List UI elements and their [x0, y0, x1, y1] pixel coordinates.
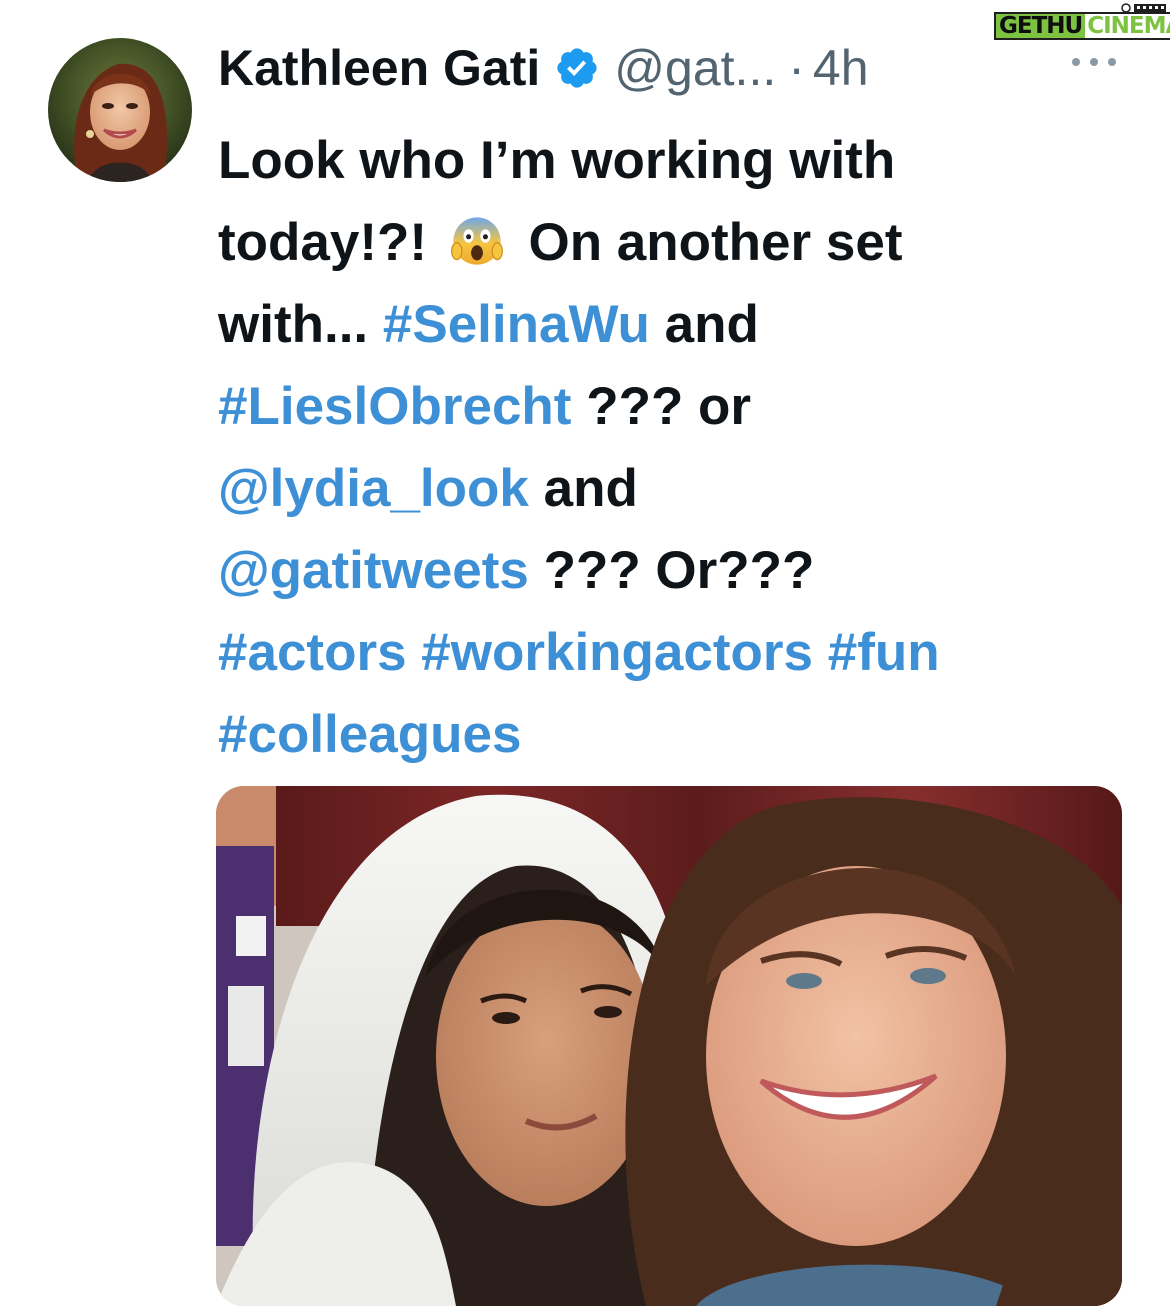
hashtag-link[interactable]: #LieslObrecht — [218, 377, 571, 436]
selfie-image — [216, 786, 1122, 1306]
author-avatar[interactable] — [48, 38, 192, 182]
tweet-line: #LieslObrecht ??? or — [218, 366, 1138, 448]
watermark-text-1: GETHU — [996, 13, 1086, 39]
tweet-text-segment: Look who I’m working with — [218, 131, 896, 190]
tweet-text-segment: ??? or — [571, 377, 752, 436]
avatar-photo — [48, 38, 192, 182]
tweet-text-segment: today!?! — [218, 213, 442, 272]
tweet-timestamp[interactable]: 4h — [813, 36, 869, 100]
tweet-text-segment: and — [528, 459, 638, 518]
tweet-line: Look who I’m working with — [218, 120, 1138, 202]
verified-badge-icon — [557, 48, 597, 88]
watermark-text-2: CINEMA — [1085, 13, 1170, 39]
mention-link[interactable]: @lydia_look — [218, 459, 529, 518]
tweet-line: @lydia_look and — [218, 448, 1138, 530]
separator-dot: · — [788, 40, 805, 96]
face-screaming-in-fear-emoji — [450, 217, 503, 265]
tweet-header: Kathleen Gati @gat... · 4h — [218, 36, 1118, 100]
tweet-text-segment: ??? Or??? — [528, 541, 815, 600]
tweet-line: @gatitweets ??? Or??? — [218, 530, 1138, 612]
tweet-line: today!?! On another set — [218, 202, 1138, 284]
author-name[interactable]: Kathleen Gati — [218, 36, 540, 100]
tweet-photo[interactable] — [216, 786, 1122, 1306]
tweet-line: #colleagues — [218, 694, 1138, 776]
tweet-text-segment: and — [649, 295, 759, 354]
hashtag-link[interactable]: #actors #workingactors #fun — [218, 623, 940, 682]
mention-link[interactable]: @gatitweets — [218, 541, 529, 600]
hashtag-link[interactable]: #colleagues — [218, 705, 521, 764]
tweet-line: with... #SelinaWu and — [218, 284, 1138, 366]
tweet-line: #actors #workingactors #fun — [218, 612, 1138, 694]
tweet-text-segment: On another set — [513, 213, 903, 272]
tweet-text: Look who I’m working with today!?! On ano… — [218, 120, 1138, 776]
author-handle[interactable]: @gat... — [614, 36, 776, 100]
more-horizontal-icon[interactable] — [1072, 50, 1116, 74]
tweet-text-segment: with... — [218, 295, 383, 354]
hashtag-link[interactable]: #SelinaWu — [383, 295, 650, 354]
